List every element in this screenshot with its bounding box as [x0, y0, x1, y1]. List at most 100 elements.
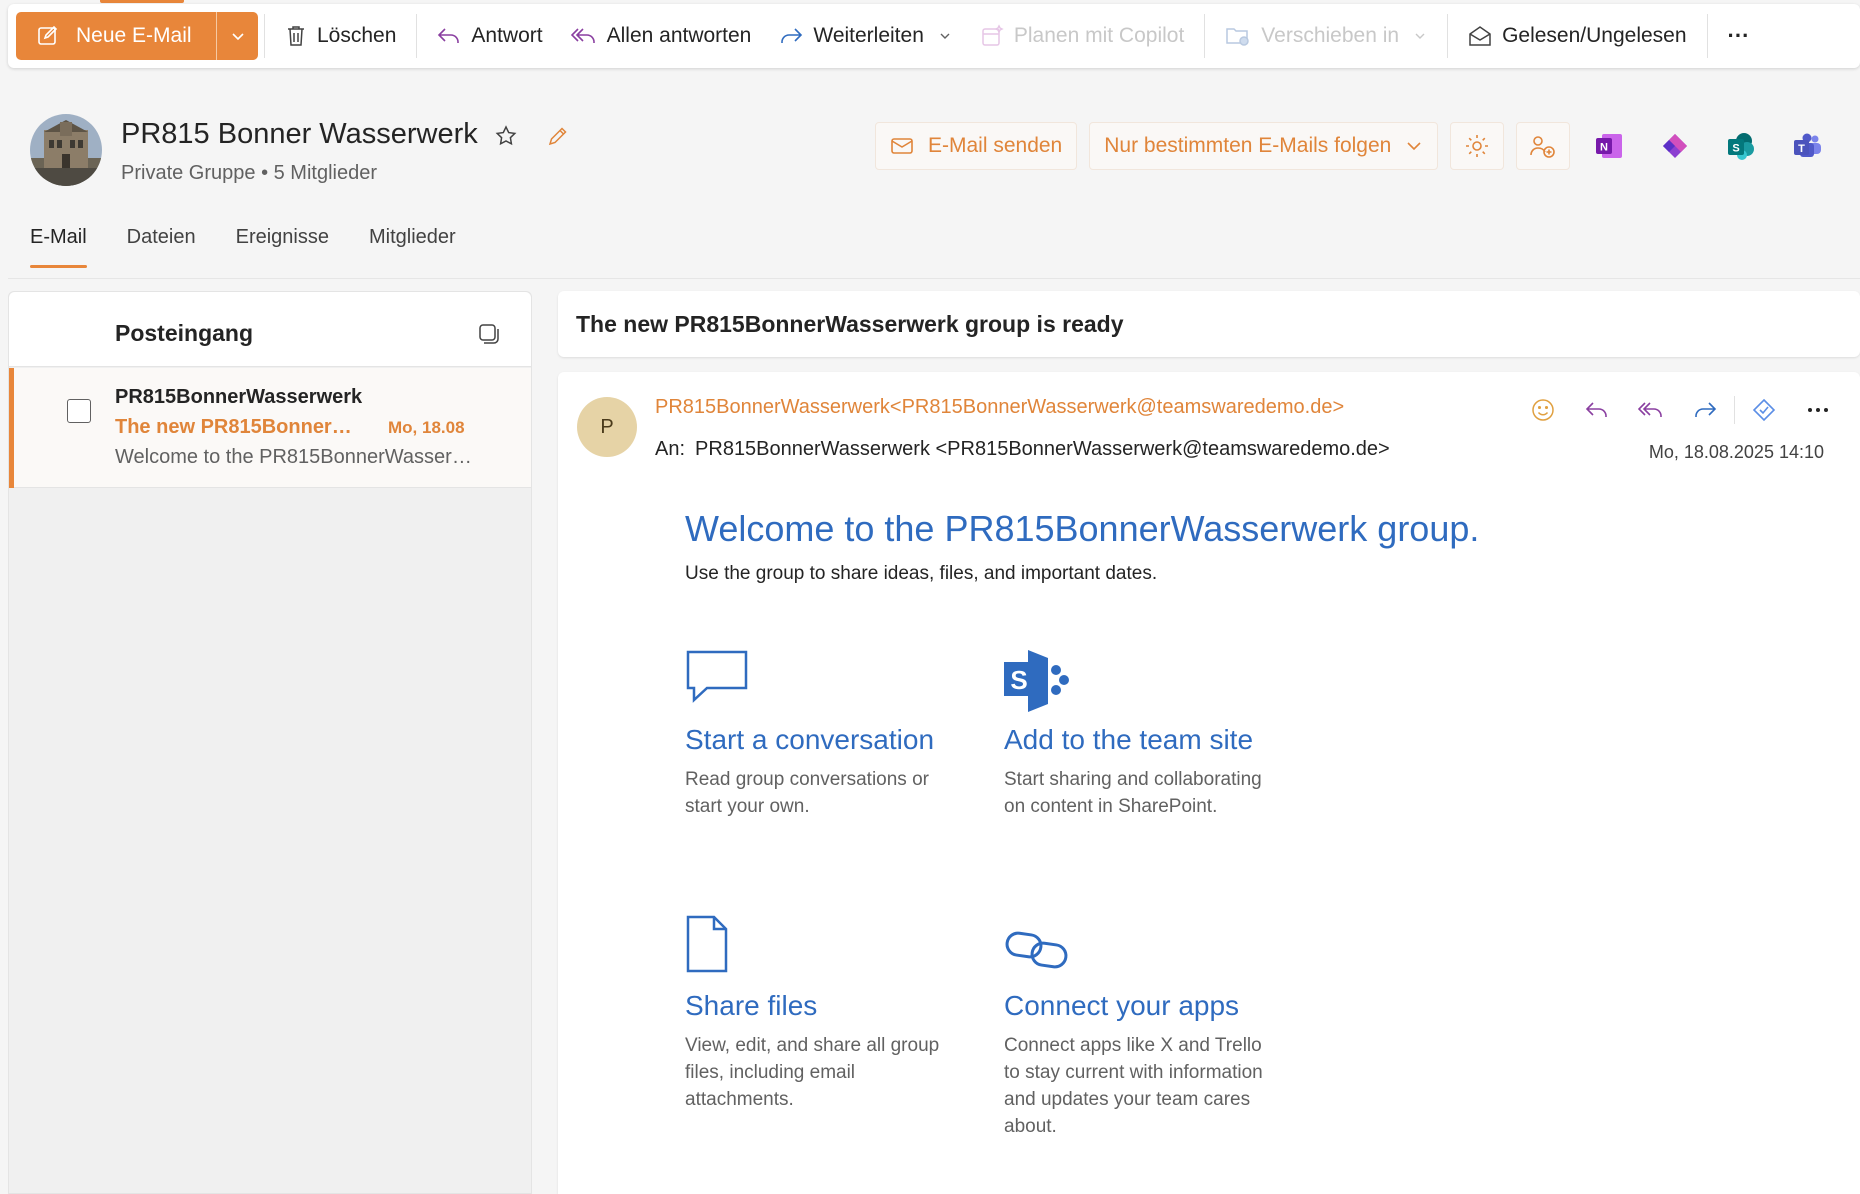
mail-icon [890, 136, 914, 156]
tab-events[interactable]: Ereignisse [236, 224, 329, 268]
plan-with-copilot-button[interactable]: Planen mit Copilot [966, 12, 1198, 60]
group-name: PR815 Bonner Wasserwerk [121, 118, 478, 150]
header-divider [8, 278, 1860, 279]
planner-icon[interactable] [1648, 122, 1702, 170]
follow-label: Nur bestimmten E-Mails folgen [1104, 134, 1392, 157]
reply-all-label: Allen antworten [606, 24, 752, 47]
welcome-subheading: Use the group to share ideas, files, and… [685, 563, 1158, 584]
group-header: PR815 Bonner Wasserwerk Private Gruppe •… [8, 86, 1860, 279]
toolbar-divider [264, 14, 265, 58]
feature-team-site: S Add to the team site Start sharing and… [1004, 648, 1284, 820]
edit-pencil-icon[interactable] [546, 124, 570, 148]
compose-icon [36, 24, 60, 48]
toolbar-divider [1204, 14, 1206, 58]
move-to-button[interactable]: Verschieben in [1211, 12, 1441, 60]
teams-icon[interactable]: T [1780, 122, 1834, 170]
group-settings-button[interactable] [1450, 122, 1505, 170]
more-actions-button[interactable] [1791, 392, 1845, 428]
group-subtitle: Private Gruppe • 5 Mitglieder [121, 162, 378, 184]
react-button[interactable] [1516, 392, 1570, 428]
tab-email[interactable]: E-Mail [30, 224, 87, 268]
group-tabs: E-Mail Dateien Ereignisse Mitglieder [30, 224, 456, 268]
chat-bubble-icon [685, 648, 965, 718]
favorite-star-icon[interactable] [494, 124, 518, 148]
new-mail-button[interactable]: Neue E-Mail [16, 12, 216, 60]
onenote-icon[interactable]: N [1582, 122, 1636, 170]
link-icon [1004, 914, 1284, 984]
send-email-label: E-Mail senden [928, 134, 1063, 157]
sharepoint-logo-icon: S [1004, 648, 1284, 718]
reply-all-icon [1638, 400, 1664, 420]
document-icon [685, 914, 965, 984]
more-icon: ··· [1727, 23, 1750, 48]
forward-button[interactable] [1678, 392, 1732, 428]
more-actions-button[interactable]: ··· [1714, 12, 1764, 60]
recipient-address[interactable]: PR815BonnerWasserwerk <PR815BonnerWasser… [695, 438, 1390, 460]
add-members-button[interactable] [1516, 122, 1571, 170]
actions-divider [1734, 396, 1735, 424]
sender-address[interactable]: PR815BonnerWasserwerk<PR815BonnerWasserw… [655, 396, 1344, 419]
tab-files[interactable]: Dateien [127, 224, 196, 268]
message-card: P PR815BonnerWasserwerk<PR815BonnerWasse… [558, 372, 1860, 1194]
list-item[interactable]: PR815BonnerWasserwerk The new PR815Bonne… [9, 368, 531, 488]
feature-description: Connect apps like X and Trello to stay c… [1004, 1035, 1263, 1137]
conversation-subject-card: The new PR815BonnerWasserwerk group is r… [558, 291, 1860, 357]
feature-description: View, edit, and share all group files, i… [685, 1035, 940, 1110]
toolbar-divider [416, 14, 418, 58]
read-unread-button[interactable]: Gelesen/Ungelesen [1454, 12, 1700, 60]
group-avatar [30, 114, 102, 186]
chevron-down-icon [230, 28, 246, 44]
delete-button[interactable]: Löschen [271, 12, 410, 60]
list-item-sender: PR815BonnerWasserwerk [115, 386, 363, 408]
reply-all-icon [570, 26, 597, 46]
send-email-button[interactable]: E-Mail senden [875, 122, 1078, 170]
delete-label: Löschen [317, 24, 397, 47]
message-date: Mo, 18.08.2025 14:10 [1648, 442, 1824, 462]
loop-icon [1751, 397, 1777, 423]
reply-icon [437, 26, 461, 46]
feature-title[interactable]: Share files [685, 990, 965, 1022]
chevron-down-icon [1413, 29, 1427, 43]
feature-connect-apps: Connect your apps Connect apps like X an… [1004, 914, 1284, 1140]
tab-members[interactable]: Mitglieder [369, 224, 456, 268]
feature-title[interactable]: Start a conversation [685, 724, 965, 756]
feature-title[interactable]: Add to the team site [1004, 724, 1284, 756]
command-toolbar: Neue E-Mail Löschen Antwort Allen antwor… [8, 4, 1860, 68]
people-add-icon [1529, 133, 1557, 159]
svg-text:N: N [1600, 142, 1608, 154]
envelope-open-icon [1468, 25, 1492, 47]
read-unread-label: Gelesen/Ungelesen [1502, 24, 1687, 47]
sender-avatar: P [577, 397, 637, 457]
reply-button[interactable]: Antwort [423, 12, 556, 60]
recipient-line: An: PR815BonnerWasserwerk <PR815BonnerWas… [655, 438, 1390, 461]
reply-all-button[interactable] [1624, 392, 1678, 428]
conversation-subject: The new PR815BonnerWasserwerk group is r… [576, 311, 1124, 337]
loop-button[interactable] [1737, 392, 1791, 428]
reply-all-button[interactable]: Allen antworten [557, 12, 766, 60]
calendar-sparkle-icon [980, 24, 1004, 48]
select-mode-icon[interactable] [477, 322, 501, 346]
svg-text:S: S [1733, 143, 1740, 155]
feature-start-conversation: Start a conversation Read group conversa… [685, 648, 965, 820]
toolbar-divider [1447, 14, 1449, 58]
move-to-label: Verschieben in [1261, 24, 1400, 47]
gear-icon [1464, 133, 1490, 159]
message-list-pane: Posteingang PR815BonnerWasserwerk The ne… [8, 291, 532, 1194]
reply-label: Antwort [471, 24, 543, 47]
forward-label: Weiterleiten [813, 24, 924, 47]
message-list-header: Posteingang [9, 292, 531, 367]
to-label: An: [655, 438, 686, 460]
message-actions [1516, 392, 1845, 428]
feature-title[interactable]: Connect your apps [1004, 990, 1284, 1022]
feature-description: Read group conversations or start your o… [685, 769, 929, 817]
new-mail-dropdown-button[interactable] [216, 12, 258, 60]
reply-button[interactable] [1570, 392, 1624, 428]
list-item-date: Mo, 18.08 [388, 418, 465, 437]
select-checkbox[interactable] [67, 399, 91, 423]
sharepoint-icon[interactable]: S [1714, 122, 1768, 170]
follow-dropdown-button[interactable]: Nur bestimmten E-Mails folgen [1089, 122, 1439, 170]
smiley-icon [1530, 397, 1556, 423]
chevron-down-icon [1405, 137, 1423, 155]
forward-icon [779, 26, 803, 46]
forward-button[interactable]: Weiterleiten [765, 12, 966, 60]
